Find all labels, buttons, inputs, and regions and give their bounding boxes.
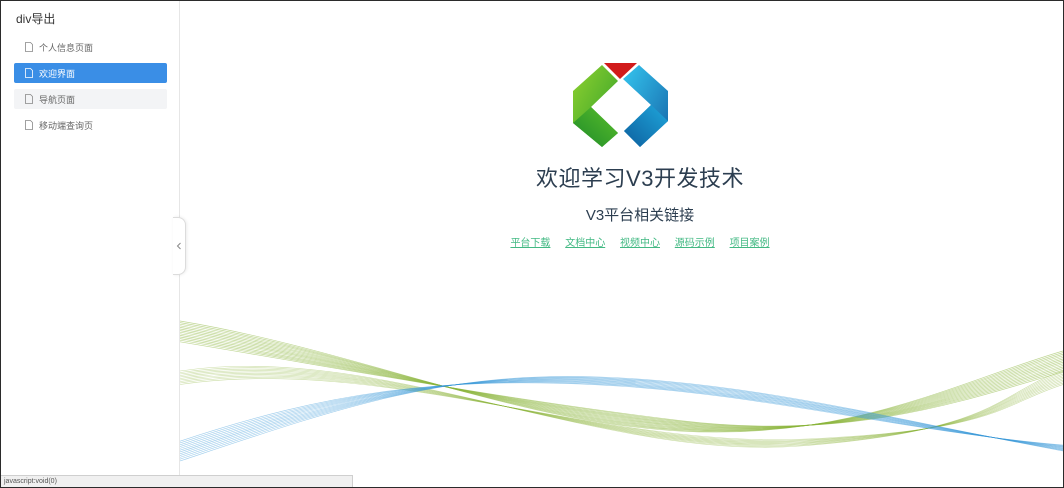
welcome-title: 欢迎学习V3开发技术 [536, 166, 744, 191]
link-video-center[interactable]: 视频中心 [620, 238, 660, 249]
sidebar: div导出 个人信息页面 欢迎界面 导航页面 移动端查询页 [1, 1, 180, 487]
document-icon [25, 68, 33, 78]
link-docs-center[interactable]: 文档中心 [565, 238, 605, 249]
document-icon [25, 42, 33, 52]
sidebar-item-label: 个人信息页面 [39, 42, 94, 53]
sidebar-item-label: 移动端查询页 [39, 120, 94, 131]
links-bar: 平台下载 文档中心 视频中心 源码示例 项目案例 [180, 234, 1063, 249]
browser-status-bar: javascript:void(0) [1, 475, 353, 487]
app-window: div导出 个人信息页面 欢迎界面 导航页面 移动端查询页 欢迎学习V3开发技术… [0, 0, 1064, 488]
sidebar-item-mobile-query[interactable]: 移动端查询页 [14, 115, 167, 135]
decorative-waves [180, 320, 1063, 462]
sidebar-item-welcome[interactable]: 欢迎界面 [14, 63, 167, 83]
v3-logo [573, 63, 668, 147]
sidebar-item-label: 导航页面 [39, 94, 76, 105]
links-title: V3平台相关链接 [585, 207, 695, 224]
sidebar-item-personal-info[interactable]: 个人信息页面 [14, 37, 167, 57]
link-source-examples[interactable]: 源码示例 [675, 238, 715, 249]
nav-menu: 个人信息页面 欢迎界面 导航页面 移动端查询页 [14, 37, 167, 141]
link-platform-download[interactable]: 平台下载 [510, 238, 550, 249]
main-content: 欢迎学习V3开发技术 V3平台相关链接 平台下载 文档中心 视频中心 源码示例 … [180, 1, 1063, 487]
link-project-cases[interactable]: 项目案例 [730, 238, 770, 249]
document-icon [25, 120, 33, 130]
document-icon [25, 94, 33, 104]
sidebar-title: div导出 [16, 12, 56, 26]
sidebar-item-label: 欢迎界面 [39, 68, 76, 79]
sidebar-item-navigation[interactable]: 导航页面 [14, 89, 167, 109]
